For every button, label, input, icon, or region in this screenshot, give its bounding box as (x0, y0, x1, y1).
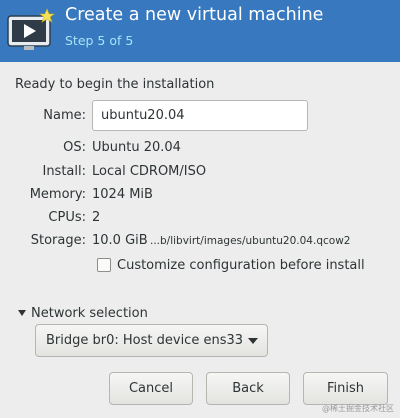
network-selected-value: Bridge br0: Host device ens33 (46, 333, 244, 348)
chevron-down-icon (248, 338, 258, 344)
finish-button[interactable]: Finish (303, 372, 388, 405)
memory-value: 1024 MiB (92, 187, 153, 202)
virtual-machine-icon (7, 8, 55, 50)
wizard-step: Step 5 of 5 (65, 33, 134, 48)
name-label: Name: (43, 108, 86, 123)
cancel-button[interactable]: Cancel (109, 372, 193, 405)
storage-size: 10.0 GiB (92, 233, 148, 248)
summary-heading: Ready to begin the installation (15, 77, 215, 92)
cpus-value: 2 (92, 210, 101, 225)
wizard-header: Create a new virtual machine Step 5 of 5 (0, 0, 400, 62)
cpus-label: CPUs: (48, 210, 86, 225)
memory-label: Memory: (29, 187, 86, 202)
watermark: @稀土掘金技术社区 (322, 404, 394, 413)
wizard-title: Create a new virtual machine (65, 5, 324, 25)
customize-checkbox[interactable] (97, 258, 111, 272)
storage-label: Storage: (30, 233, 86, 248)
back-button[interactable]: Back (206, 372, 290, 405)
install-label: Install: (42, 164, 86, 179)
os-label: OS: (63, 140, 86, 155)
os-value: Ubuntu 20.04 (92, 140, 181, 155)
customize-label[interactable]: Customize configuration before install (117, 258, 365, 273)
network-expander-label[interactable]: Network selection (31, 306, 148, 321)
storage-path: ...b/libvirt/images/ubuntu20.04.qcow2 (150, 235, 351, 247)
install-value: Local CDROM/ISO (92, 164, 207, 179)
name-input[interactable] (92, 100, 308, 131)
network-source-dropdown[interactable]: Bridge br0: Host device ens33 (35, 324, 268, 357)
expander-arrow-icon[interactable] (18, 310, 26, 316)
